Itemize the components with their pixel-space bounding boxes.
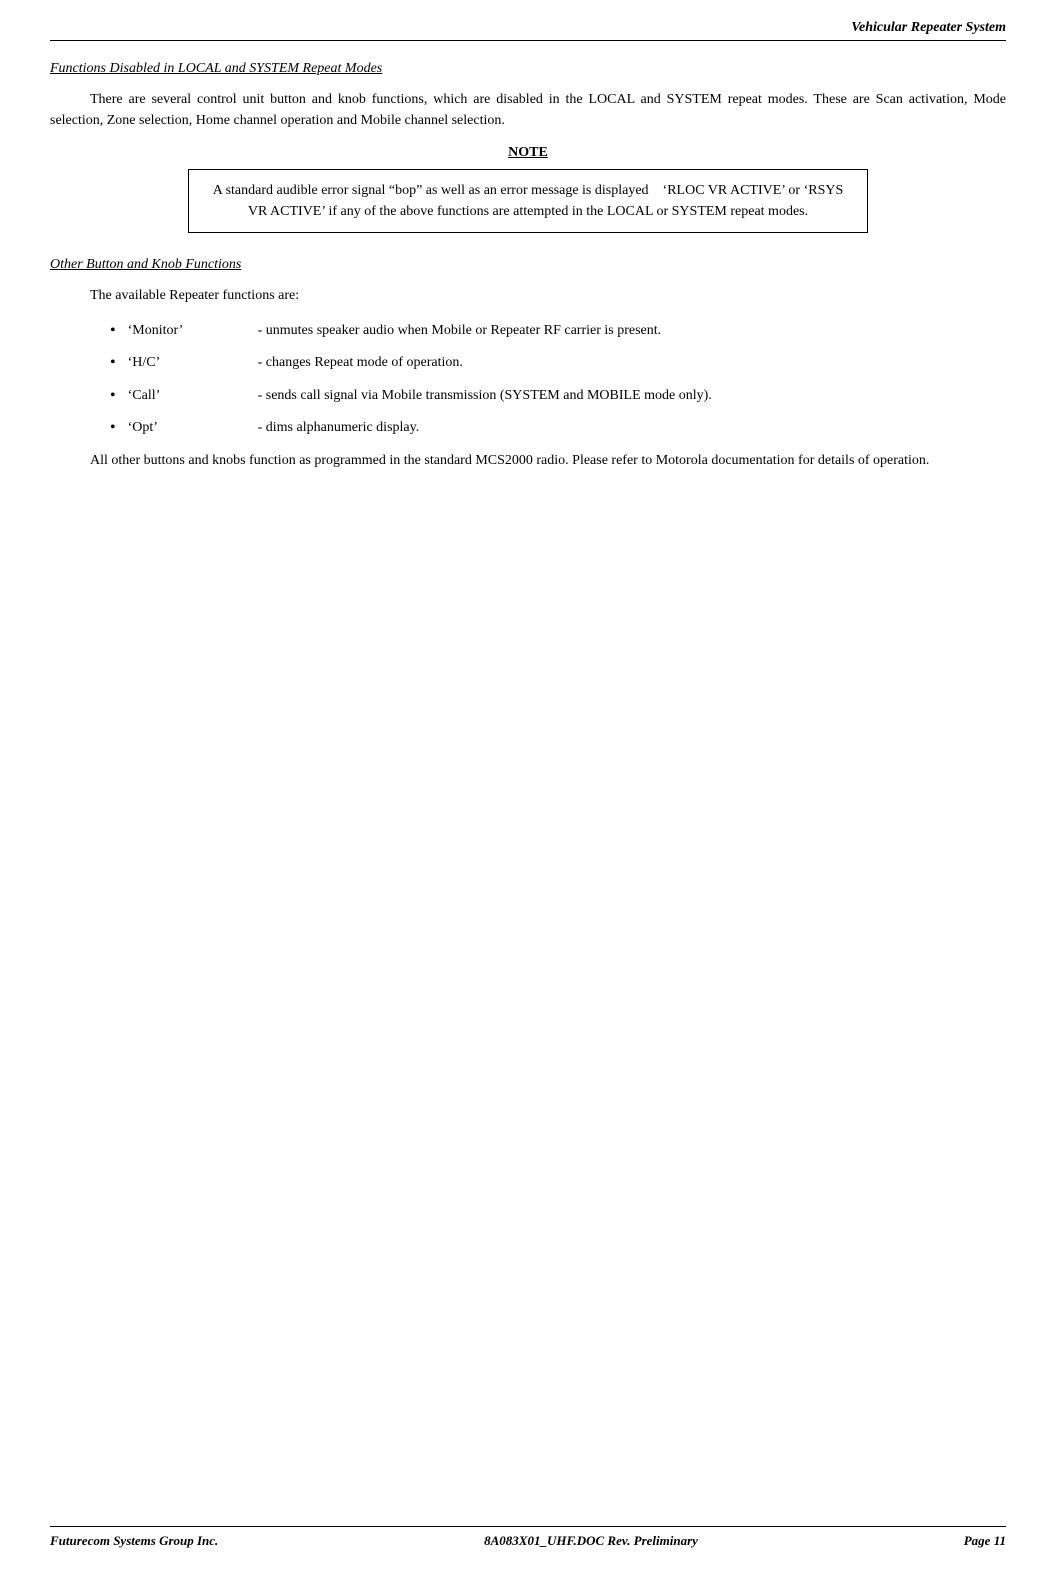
- bullet-term-3: ‘Call’: [128, 385, 258, 406]
- list-item: • ‘Opt’ - dims alphanumeric display.: [110, 417, 1006, 439]
- page-footer: Futurecom Systems Group Inc. 8A083X01_UH…: [50, 1526, 1006, 1549]
- section2-intro: The available Repeater functions are:: [90, 285, 1006, 306]
- bullet-desc-1: - unmutes speaker audio when Mobile or R…: [258, 320, 1006, 341]
- list-item: • ‘H/C’ - changes Repeat mode of operati…: [110, 352, 1006, 374]
- bullet-dot-4: •: [110, 417, 116, 439]
- section1-body: There are several control unit button an…: [50, 89, 1006, 131]
- footer-left: Futurecom Systems Group Inc.: [50, 1533, 218, 1549]
- bullet-term-1: ‘Monitor’: [128, 320, 258, 341]
- footer-right: Page 11: [964, 1533, 1006, 1549]
- list-item: • ‘Call’ - sends call signal via Mobile …: [110, 385, 1006, 407]
- bullet-term-4: ‘Opt’: [128, 417, 258, 438]
- page-container: Vehicular Repeater System Functions Disa…: [0, 0, 1056, 1569]
- note-label: NOTE: [50, 145, 1006, 161]
- note-box: A standard audible error signal “bop” as…: [188, 169, 868, 233]
- bullet-list: • ‘Monitor’ - unmutes speaker audio when…: [110, 320, 1006, 440]
- section2: Other Button and Knob Functions The avai…: [50, 257, 1006, 471]
- section2-heading: Other Button and Knob Functions: [50, 257, 1006, 285]
- page-header: Vehicular Repeater System: [50, 20, 1006, 41]
- footer-center: 8A083X01_UHF.DOC Rev. Preliminary: [484, 1533, 698, 1549]
- bullet-desc-3: - sends call signal via Mobile transmiss…: [258, 385, 1006, 406]
- bullet-dot-2: •: [110, 352, 116, 374]
- note-text: A standard audible error signal “bop” as…: [213, 183, 844, 219]
- bullet-desc-2: - changes Repeat mode of operation.: [258, 352, 1006, 373]
- bullet-dot-1: •: [110, 320, 116, 342]
- section1-heading: Functions Disabled in LOCAL and SYSTEM R…: [50, 61, 1006, 89]
- list-item: • ‘Monitor’ - unmutes speaker audio when…: [110, 320, 1006, 342]
- header-title: Vehicular Repeater System: [851, 20, 1006, 36]
- section2-closing: All other buttons and knobs function as …: [50, 450, 1006, 471]
- bullet-term-2: ‘H/C’: [128, 352, 258, 373]
- bullet-dot-3: •: [110, 385, 116, 407]
- bullet-desc-4: - dims alphanumeric display.: [258, 417, 1006, 438]
- section1: Functions Disabled in LOCAL and SYSTEM R…: [50, 61, 1006, 233]
